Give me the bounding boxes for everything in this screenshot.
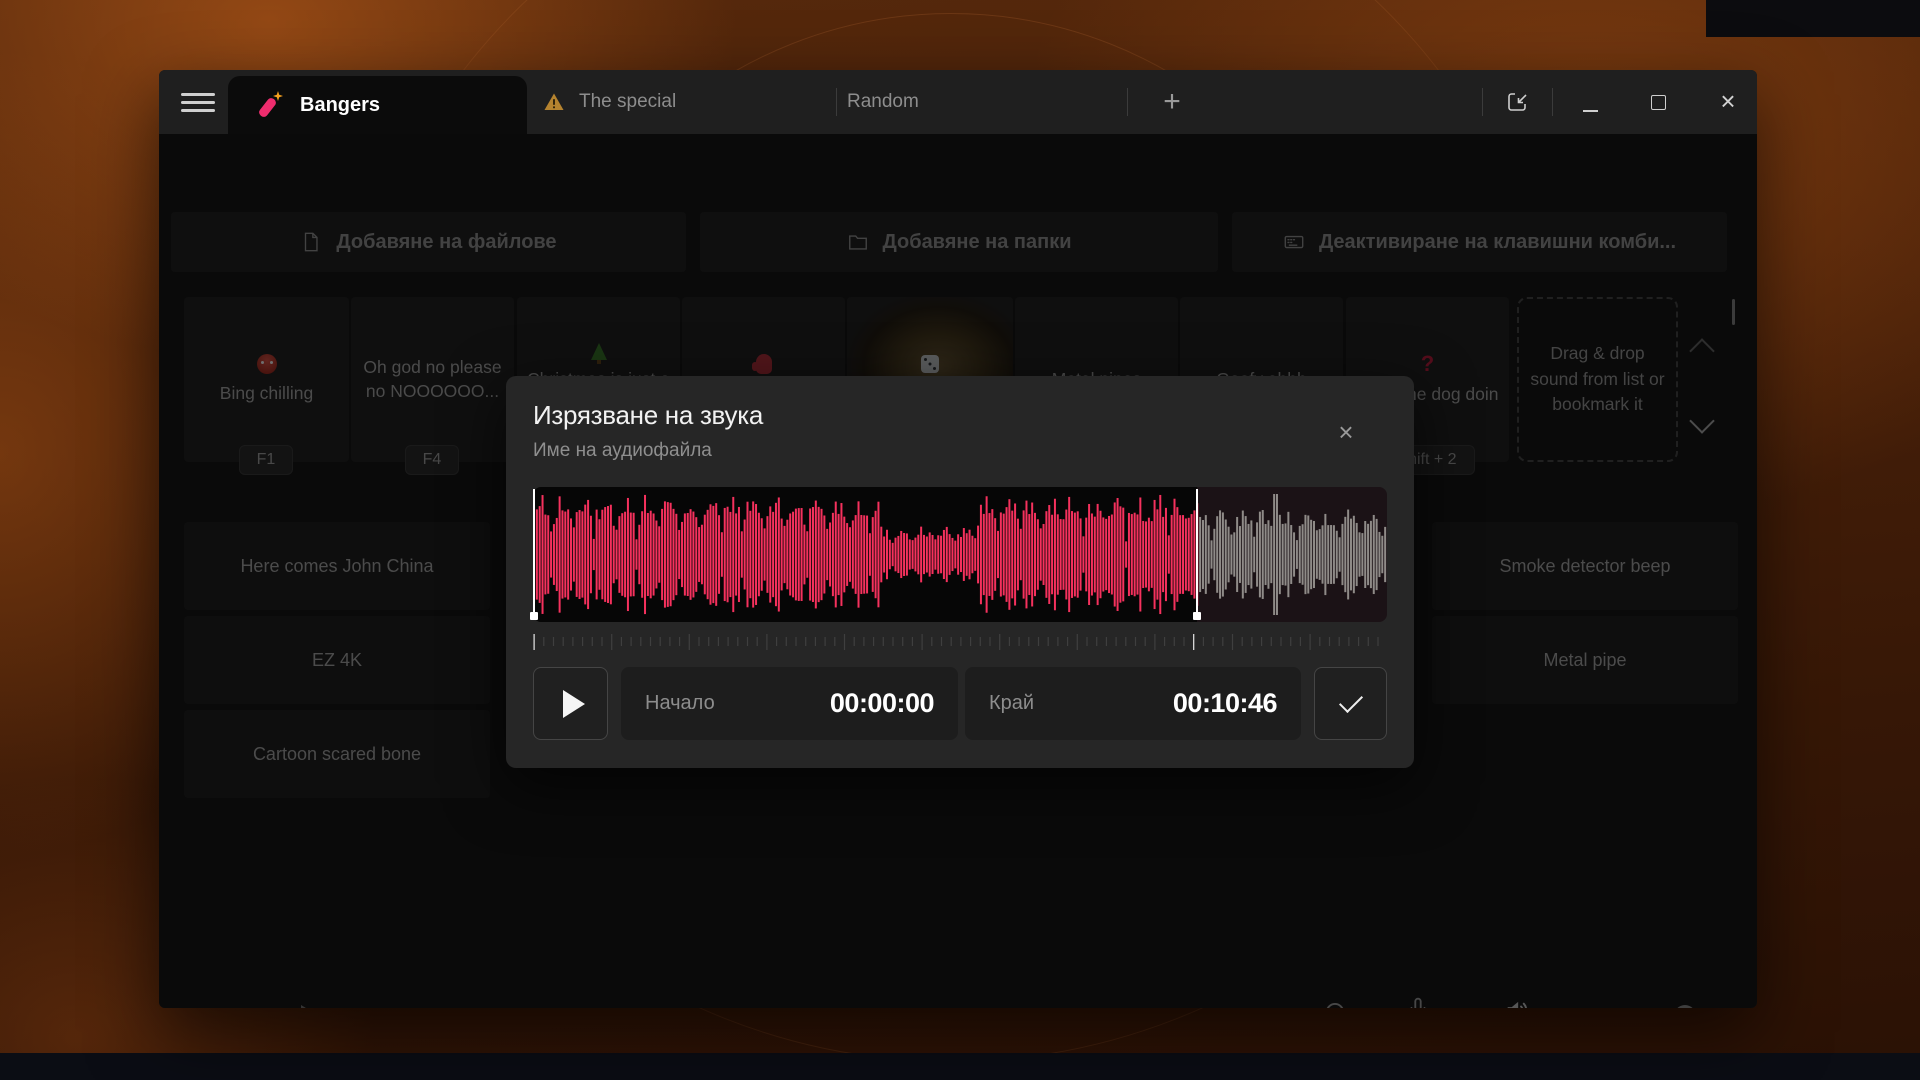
taskbar xyxy=(0,1053,1920,1080)
titlebar: Bangers The special Random + xyxy=(159,70,1757,134)
controls-separator xyxy=(1552,88,1553,116)
collapse-to-corner-button[interactable] xyxy=(1505,90,1529,114)
tab-label: Random xyxy=(847,91,919,113)
close-icon[interactable]: × xyxy=(1328,414,1364,450)
play-icon xyxy=(563,690,585,718)
end-label: Край xyxy=(989,692,1034,715)
warning-icon xyxy=(543,91,565,113)
collapse-window-icon xyxy=(1505,90,1529,114)
plus-icon: + xyxy=(1163,85,1181,119)
start-label: Начало xyxy=(645,692,715,715)
tab-label: Bangers xyxy=(300,94,380,117)
end-time-field[interactable]: Край 00:10:46 xyxy=(965,667,1301,740)
dialog-title: Изрязване на звука xyxy=(533,400,763,431)
selection-start-handle[interactable] xyxy=(533,489,535,618)
selection-end-handle[interactable] xyxy=(1196,489,1198,618)
maximize-icon[interactable] xyxy=(1651,95,1666,110)
waveform[interactable] xyxy=(533,487,1387,622)
controls-separator xyxy=(1482,88,1483,116)
tab-the-special[interactable]: The special xyxy=(543,70,676,134)
check-icon xyxy=(1338,688,1362,712)
hamburger-menu-icon[interactable] xyxy=(181,93,215,113)
app-window: Bangers The special Random + xyxy=(159,70,1757,1008)
timeline-ruler xyxy=(533,632,1387,652)
close-icon[interactable]: × xyxy=(1711,84,1745,118)
waveform-bars xyxy=(533,487,1387,622)
trim-sound-dialog: Изрязване на звука Име на аудиофайла × Н… xyxy=(506,376,1414,768)
tab-separator xyxy=(836,88,837,116)
start-time-field[interactable]: Начало 00:00:00 xyxy=(621,667,958,740)
tab-random[interactable]: Random xyxy=(847,70,919,134)
end-value: 00:10:46 xyxy=(1173,688,1277,719)
audio-file-name: Име на аудиофайла xyxy=(533,440,712,462)
desktop-background: Bangers The special Random + xyxy=(0,0,1920,1080)
tab-bangers[interactable]: Bangers xyxy=(228,76,527,134)
minimize-icon[interactable] xyxy=(1583,110,1598,112)
confirm-trim-button[interactable] xyxy=(1314,667,1387,740)
background-window-corner xyxy=(1706,0,1920,37)
firecracker-icon xyxy=(258,91,284,119)
tab-separator xyxy=(1127,88,1128,116)
add-tab-button[interactable]: + xyxy=(1154,84,1190,120)
start-value: 00:00:00 xyxy=(830,688,934,719)
preview-play-button[interactable] xyxy=(533,667,608,740)
tab-label: The special xyxy=(579,91,676,113)
